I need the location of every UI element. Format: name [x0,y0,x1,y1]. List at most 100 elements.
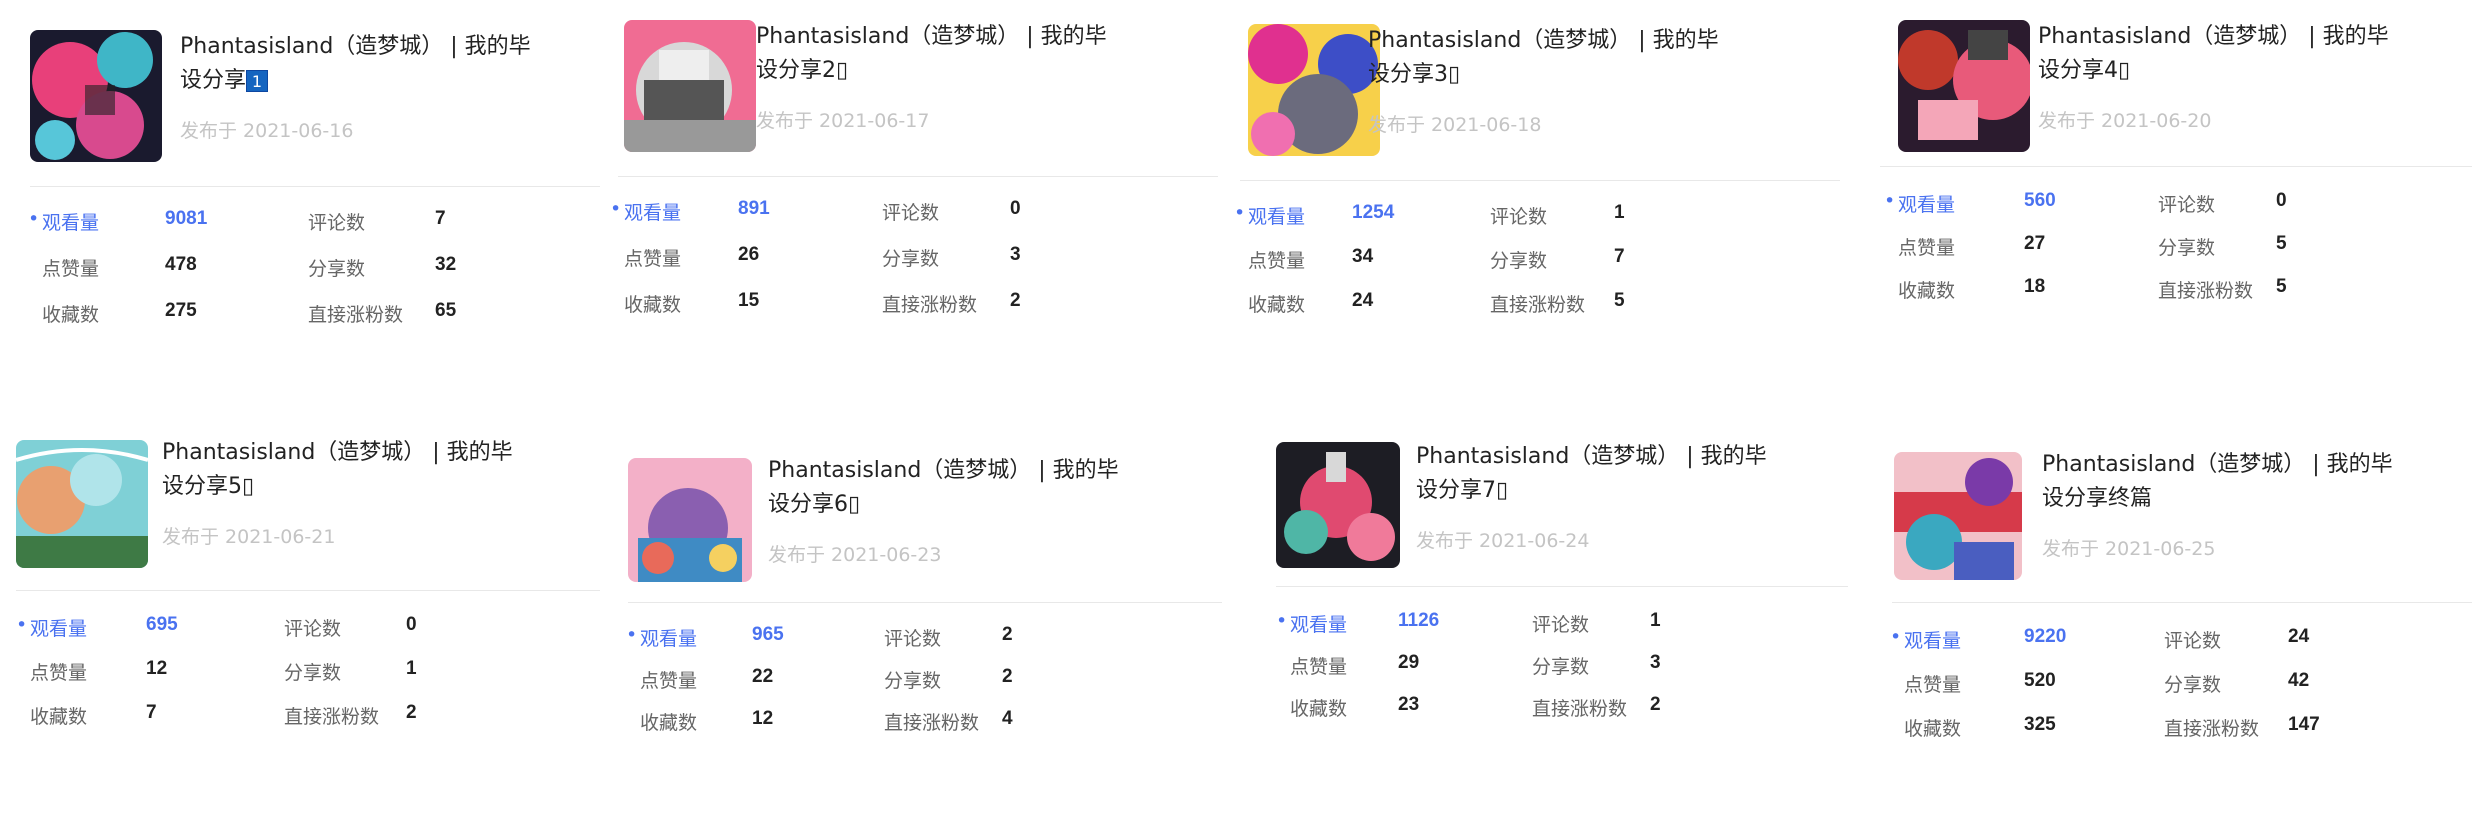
favorites-label[interactable]: 收藏数 [1898,276,1955,303]
cover-image [1898,20,2030,152]
views-value: 965 [752,624,784,645]
views-value: 891 [738,198,770,219]
favorites-label[interactable]: 收藏数 [1248,290,1305,317]
comments-label[interactable]: 评论数 [284,614,341,641]
views-label[interactable]: 观看量 [626,624,697,651]
shares-value: 7 [1614,246,1625,267]
likes-label[interactable]: 点赞量 [42,254,99,281]
cover-image [624,20,756,152]
divider [30,186,600,187]
shares-label[interactable]: 分享数 [2164,670,2221,697]
cover-thumbnail[interactable] [30,30,162,162]
cover-thumbnail[interactable] [628,458,752,582]
stats-grid: 观看量 9081 评论数 7 点赞量 478 分享数 32 收藏数 275 直接… [28,208,630,348]
cover-thumbnail[interactable] [624,20,756,152]
new-followers-label[interactable]: 直接涨粉数 [284,702,379,729]
new-followers-label[interactable]: 直接涨粉数 [308,300,403,327]
favorites-value: 15 [738,290,760,311]
shares-label[interactable]: 分享数 [2158,233,2215,260]
comments-label[interactable]: 评论数 [882,198,939,225]
divider [618,176,1218,177]
likes-value: 520 [2024,670,2056,691]
favorites-value: 325 [2024,714,2056,735]
comments-label[interactable]: 评论数 [1532,610,1589,637]
likes-label[interactable]: 点赞量 [640,666,697,693]
favorites-label[interactable]: 收藏数 [1904,714,1961,741]
divider [1880,166,2472,167]
favorites-value: 24 [1352,290,1374,311]
new-followers-label[interactable]: 直接涨粉数 [882,290,977,317]
article-title[interactable]: Phantasisland（造梦城） | 我的毕 设分享4▯ [2038,20,2458,88]
new-followers-label[interactable]: 直接涨粉数 [2164,714,2259,741]
cover-image [1248,24,1380,156]
shares-value: 3 [1650,652,1661,673]
favorites-label[interactable]: 收藏数 [640,708,697,735]
views-label[interactable]: 观看量 [16,614,87,641]
stats-grid: 观看量 695 评论数 0 点赞量 12 分享数 1 收藏数 7 直接涨粉数 2 [16,614,616,754]
views-value: 1254 [1352,202,1395,223]
likes-label[interactable]: 点赞量 [624,244,681,271]
article-title[interactable]: Phantasisland（造梦城） | 我的毕 设分享5▯ [162,436,582,504]
article-title[interactable]: Phantasisland（造梦城） | 我的毕 设分享 1 [180,30,600,98]
divider [628,602,1222,603]
comments-value: 0 [2276,190,2287,211]
publish-date: 发布于 2021-06-16 [180,120,354,142]
shares-label[interactable]: 分享数 [884,666,941,693]
cover-thumbnail[interactable] [16,440,148,568]
cover-thumbnail[interactable] [1894,452,2022,580]
shares-label[interactable]: 分享数 [284,658,341,685]
views-label[interactable]: 观看量 [1884,190,1955,217]
favorites-value: 7 [146,702,157,723]
cover-image [1894,452,2022,580]
divider [1240,180,1840,181]
likes-label[interactable]: 点赞量 [1904,670,1961,697]
favorites-label[interactable]: 收藏数 [42,300,99,327]
article-title[interactable]: Phantasisland（造梦城） | 我的毕 设分享3▯ [1368,24,1788,92]
article-title[interactable]: Phantasisland（造梦城） | 我的毕 设分享7▯ [1416,440,1836,508]
shares-label[interactable]: 分享数 [1532,652,1589,679]
new-followers-label[interactable]: 直接涨粉数 [884,708,979,735]
likes-label[interactable]: 点赞量 [30,658,87,685]
likes-label[interactable]: 点赞量 [1898,233,1955,260]
new-followers-value: 2 [406,702,417,723]
likes-value: 12 [146,658,168,679]
comments-label[interactable]: 评论数 [1490,202,1547,229]
new-followers-value: 65 [435,300,457,321]
new-followers-label[interactable]: 直接涨粉数 [1532,694,1627,721]
shares-label[interactable]: 分享数 [1490,246,1547,273]
views-value: 1126 [1398,610,1440,631]
favorites-label[interactable]: 收藏数 [1290,694,1347,721]
cover-thumbnail[interactable] [1898,20,2030,152]
article-title[interactable]: Phantasisland（造梦城） | 我的毕 设分享终篇 [2042,448,2462,516]
shares-label[interactable]: 分享数 [882,244,939,271]
article-title[interactable]: Phantasisland（造梦城） | 我的毕 设分享6▯ [768,454,1188,522]
shares-value: 32 [435,254,457,275]
favorites-label[interactable]: 收藏数 [624,290,681,317]
new-followers-label[interactable]: 直接涨粉数 [1490,290,1585,317]
cover-thumbnail[interactable] [1276,442,1400,568]
views-label[interactable]: 观看量 [1234,202,1305,229]
shares-label[interactable]: 分享数 [308,254,365,281]
comments-label[interactable]: 评论数 [2164,626,2221,653]
favorites-value: 23 [1398,694,1420,715]
likes-value: 26 [738,244,760,265]
comments-label[interactable]: 评论数 [884,624,941,651]
comments-label[interactable]: 评论数 [308,208,365,235]
likes-value: 27 [2024,233,2046,254]
views-label[interactable]: 观看量 [28,208,99,235]
publish-date: 发布于 2021-06-21 [162,526,336,548]
stats-grid: 观看量 1126 评论数 1 点赞量 29 分享数 3 收藏数 23 直接涨粉数… [1276,610,1876,750]
stats-grid: 观看量 9220 评论数 24 点赞量 520 分享数 42 收藏数 325 直… [1890,626,2472,766]
likes-label[interactable]: 点赞量 [1248,246,1305,273]
comments-label[interactable]: 评论数 [2158,190,2215,217]
favorites-label[interactable]: 收藏数 [30,702,87,729]
likes-value: 478 [165,254,197,275]
comments-value: 0 [406,614,417,635]
cover-thumbnail[interactable] [1248,24,1380,156]
views-label[interactable]: 观看量 [610,198,681,225]
article-title[interactable]: Phantasisland（造梦城） | 我的毕 设分享2▯ [756,20,1176,88]
new-followers-label[interactable]: 直接涨粉数 [2158,276,2253,303]
views-label[interactable]: 观看量 [1890,626,1961,653]
views-label[interactable]: 观看量 [1276,610,1347,637]
likes-label[interactable]: 点赞量 [1290,652,1347,679]
